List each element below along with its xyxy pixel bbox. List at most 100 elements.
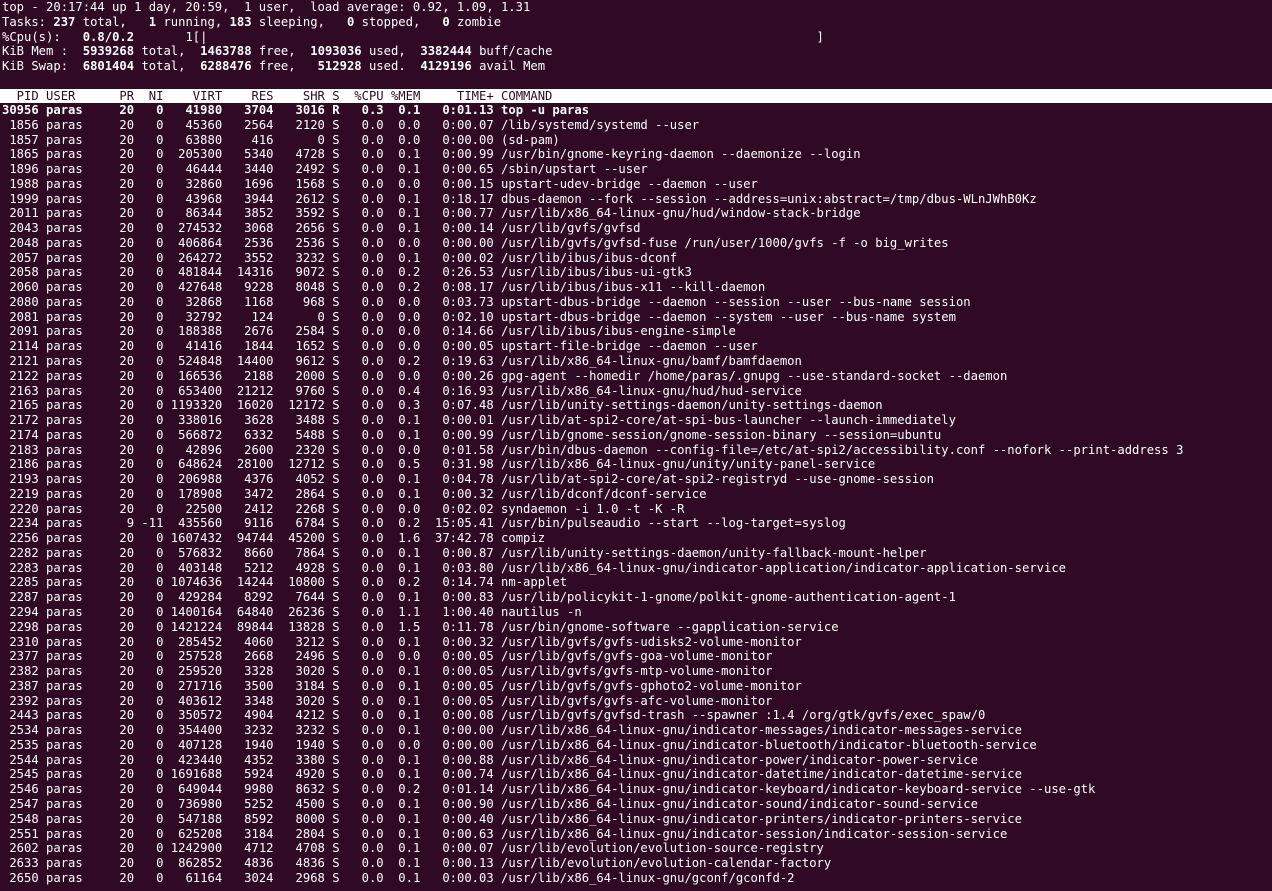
table-row[interactable]: 2183 paras 20 0 42896 2600 2320 S 0.0 0.…	[0, 443, 1272, 458]
table-row[interactable]: 1865 paras 20 0 205300 5340 4728 S 0.0 0…	[0, 147, 1272, 162]
cell-s: S	[324, 811, 340, 826]
table-row[interactable]: 2256 paras 20 0 1607432 94744 45200 S 0.…	[0, 531, 1272, 546]
swap-avail-label: avail Mem	[479, 59, 546, 74]
cell-pr: 20	[104, 442, 135, 457]
table-row[interactable]: 2193 paras 20 0 206988 4376 4052 S 0.0 0…	[0, 472, 1272, 487]
cell-shr: 8000	[273, 811, 325, 826]
table-row[interactable]: 2011 paras 20 0 86344 3852 3592 S 0.0 0.…	[0, 206, 1272, 221]
cell-mem: 0.1	[383, 250, 421, 265]
table-row[interactable]: 2650 paras 20 0 61164 3024 2968 S 0.0 0.…	[0, 871, 1272, 886]
table-row[interactable]: 2091 paras 20 0 188388 2676 2584 S 0.0 0…	[0, 324, 1272, 339]
cell-s: S	[324, 280, 340, 295]
cell-time: 0:08.17	[420, 280, 494, 295]
table-row[interactable]: 2298 paras 20 0 1421224 89844 13828 S 0.…	[0, 620, 1272, 635]
table-row[interactable]: 2174 paras 20 0 566872 6332 5488 S 0.0 0…	[0, 428, 1272, 443]
table-row[interactable]: 2285 paras 20 0 1074636 14244 10800 S 0.…	[0, 575, 1272, 590]
table-row[interactable]: 2633 paras 20 0 862852 4836 4836 S 0.0 0…	[0, 856, 1272, 871]
cell-pid: 2193	[2, 472, 39, 487]
table-row[interactable]: 2080 paras 20 0 32868 1168 968 S 0.0 0.0…	[0, 295, 1272, 310]
cell-s: S	[324, 870, 340, 885]
table-row[interactable]: 2219 paras 20 0 178908 3472 2864 S 0.0 0…	[0, 487, 1272, 502]
table-row[interactable]: 2547 paras 20 0 736980 5252 4500 S 0.0 0…	[0, 797, 1272, 812]
table-row[interactable]: 1988 paras 20 0 32860 1696 1568 S 0.0 0.…	[0, 177, 1272, 192]
table-row[interactable]: 2234 paras 9 -11 435560 9116 6784 S 0.0 …	[0, 516, 1272, 531]
cell-pid: 2219	[2, 486, 39, 501]
cell-mem: 0.1	[383, 708, 421, 723]
table-row[interactable]: 2057 paras 20 0 264272 3552 3232 S 0.0 0…	[0, 251, 1272, 266]
cell-s: S	[324, 486, 340, 501]
table-row[interactable]: 2122 paras 20 0 166536 2188 2000 S 0.0 0…	[0, 369, 1272, 384]
cpu-line: %Cpu(s): 0.8/0.2 1[| ]	[0, 30, 1272, 45]
table-row[interactable]: 2058 paras 20 0 481844 14316 9072 S 0.0 …	[0, 265, 1272, 280]
table-row[interactable]: 2043 paras 20 0 274532 3068 2656 S 0.0 0…	[0, 221, 1272, 236]
table-row[interactable]: 2548 paras 20 0 547188 8592 8000 S 0.0 0…	[0, 812, 1272, 827]
cell-ni: 0	[134, 619, 164, 634]
cell-pid: 2298	[2, 619, 39, 634]
cell-virt: 32868	[163, 294, 223, 309]
cell-command: /usr/lib/at-spi2-core/at-spi2-registryd …	[493, 472, 934, 487]
table-row[interactable]: 2535 paras 20 0 407128 1940 1940 S 0.0 0…	[0, 738, 1272, 753]
cell-pid: 2043	[2, 221, 39, 236]
table-row[interactable]: 1999 paras 20 0 43968 3944 2612 S 0.0 0.…	[0, 192, 1272, 207]
cell-time: 0:00.07	[420, 841, 494, 856]
cell-s: S	[324, 693, 340, 708]
table-row[interactable]: 2551 paras 20 0 625208 3184 2804 S 0.0 0…	[0, 827, 1272, 842]
table-row[interactable]: 2294 paras 20 0 1400164 64840 26236 S 0.…	[0, 605, 1272, 620]
cell-time: 15:05.41	[420, 516, 494, 531]
cell-res: 21212	[222, 383, 274, 398]
cell-cpu: 0.0	[339, 575, 384, 590]
table-row[interactable]: 1856 paras 20 0 45360 2564 2120 S 0.0 0.…	[0, 118, 1272, 133]
table-row[interactable]: 2544 paras 20 0 423440 4352 3380 S 0.0 0…	[0, 753, 1272, 768]
table-row[interactable]: 2546 paras 20 0 649044 9980 8632 S 0.0 0…	[0, 782, 1272, 797]
cell-pr: 20	[104, 383, 135, 398]
cell-pid: 2282	[2, 545, 39, 560]
terminal-window[interactable]: top - 20:17:44 up 1 day, 20:59, 1 user, …	[0, 0, 1272, 891]
table-row[interactable]: 2310 paras 20 0 285452 4060 3212 S 0.0 0…	[0, 635, 1272, 650]
table-row[interactable]: 1857 paras 20 0 63880 416 0 S 0.0 0.0 0:…	[0, 133, 1272, 148]
cell-user: paras	[38, 176, 105, 191]
table-row[interactable]: 2602 paras 20 0 1242900 4712 4708 S 0.0 …	[0, 841, 1272, 856]
table-row[interactable]: 2186 paras 20 0 648624 28100 12712 S 0.0…	[0, 457, 1272, 472]
cell-shr: 2120	[273, 117, 325, 132]
table-row[interactable]: 2220 paras 20 0 22500 2412 2268 S 0.0 0.…	[0, 502, 1272, 517]
cell-res: 89844	[222, 619, 274, 634]
table-row[interactable]: 2165 paras 20 0 1193320 16020 12172 S 0.…	[0, 398, 1272, 413]
cell-cpu: 0.0	[339, 132, 384, 147]
cell-res: 3232	[222, 723, 274, 738]
tasks-line: Tasks: 237 total, 1 running, 183 sleepin…	[0, 15, 1272, 30]
table-row[interactable]: 2121 paras 20 0 524848 14400 9612 S 0.0 …	[0, 354, 1272, 369]
swap-line: KiB Swap: 6801404 total, 6288476 free, 5…	[0, 59, 1272, 74]
table-row[interactable]: 2392 paras 20 0 403612 3348 3020 S 0.0 0…	[0, 694, 1272, 709]
cell-user: paras	[38, 221, 105, 236]
table-row[interactable]: 2287 paras 20 0 429284 8292 7644 S 0.0 0…	[0, 590, 1272, 605]
cell-mem: 0.0	[383, 737, 421, 752]
table-row[interactable]: 2545 paras 20 0 1691688 5924 4920 S 0.0 …	[0, 767, 1272, 782]
table-row[interactable]: 2534 paras 20 0 354400 3232 3232 S 0.0 0…	[0, 723, 1272, 738]
table-row[interactable]: 2382 paras 20 0 259520 3328 3020 S 0.0 0…	[0, 664, 1272, 679]
table-row[interactable]: 2081 paras 20 0 32792 124 0 S 0.0 0.0 0:…	[0, 310, 1272, 325]
table-row[interactable]: 30956 paras 20 0 41980 3704 3016 R 0.3 0…	[0, 103, 1272, 118]
cell-cpu: 0.0	[339, 354, 384, 368]
table-row[interactable]: 2443 paras 20 0 350572 4904 4212 S 0.0 0…	[0, 708, 1272, 723]
cell-mem: 0.1	[383, 693, 421, 708]
table-row[interactable]: 2060 paras 20 0 427648 9228 8048 S 0.0 0…	[0, 280, 1272, 295]
cell-virt: 338016	[163, 413, 223, 428]
table-row[interactable]: 2172 paras 20 0 338016 3628 3488 S 0.0 0…	[0, 413, 1272, 428]
cell-mem: 0.0	[383, 501, 421, 516]
cell-ni: 0	[134, 398, 164, 413]
cell-user: paras	[38, 280, 105, 295]
table-row[interactable]: 2048 paras 20 0 406864 2536 2536 S 0.0 0…	[0, 236, 1272, 251]
cell-ni: 0	[134, 147, 164, 162]
table-row[interactable]: 2114 paras 20 0 41416 1844 1652 S 0.0 0.…	[0, 339, 1272, 354]
cell-s: S	[324, 752, 340, 767]
table-row[interactable]: 2387 paras 20 0 271716 3500 3184 S 0.0 0…	[0, 679, 1272, 694]
cell-s: S	[324, 427, 340, 442]
cell-user: paras	[38, 398, 105, 413]
table-row[interactable]: 2163 paras 20 0 653400 21212 9760 S 0.0 …	[0, 384, 1272, 399]
table-row[interactable]: 2283 paras 20 0 403148 5212 4928 S 0.0 0…	[0, 561, 1272, 576]
table-row[interactable]: 2282 paras 20 0 576832 8660 7864 S 0.0 0…	[0, 546, 1272, 561]
table-row[interactable]: 2377 paras 20 0 257528 2668 2496 S 0.0 0…	[0, 649, 1272, 664]
table-row[interactable]: 1896 paras 20 0 46444 3440 2492 S 0.0 0.…	[0, 162, 1272, 177]
cell-cpu: 0.0	[339, 398, 384, 413]
cell-user: paras	[38, 811, 105, 826]
